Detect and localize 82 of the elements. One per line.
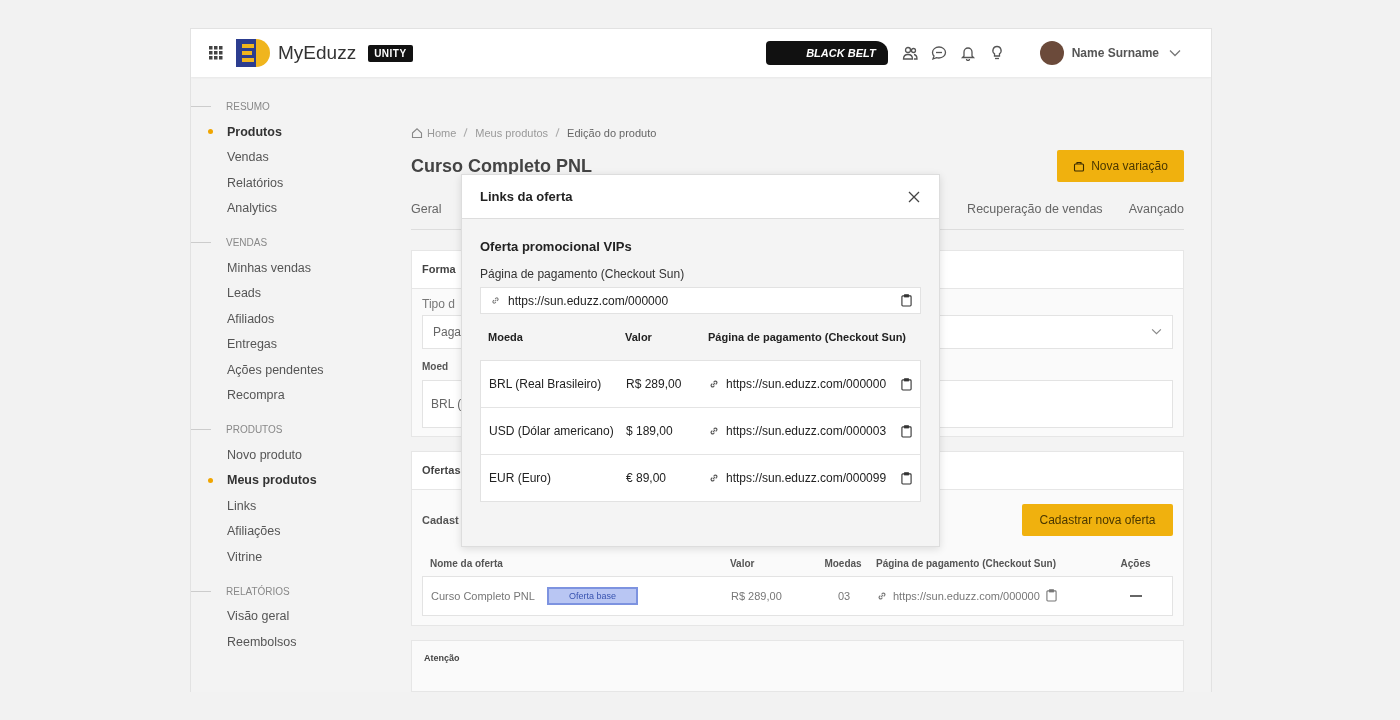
clipboard-icon[interactable]	[901, 377, 912, 391]
dialog-title: Links da oferta	[480, 189, 573, 204]
column-header: Moedas	[823, 558, 863, 570]
sidebar-item[interactable]: Links	[227, 498, 257, 513]
sidebar-section-title: RELATÓRIOS	[226, 585, 290, 597]
bell-icon[interactable]	[959, 45, 976, 61]
logo-icon	[236, 37, 270, 69]
link-icon	[709, 379, 719, 389]
table-cell-text: BRL (Real Brasileiro)	[489, 377, 603, 391]
sidebar-section-title: RESUMO	[226, 101, 270, 112]
sidebar-item[interactable]: Recompra	[227, 388, 285, 403]
new-offer-button[interactable]: Cadastrar nova oferta	[1022, 504, 1173, 536]
column-header: Ações	[1119, 558, 1152, 570]
checkout-link-field[interactable]: https://sun.eduzz.com/000000	[480, 287, 921, 314]
clipboard-icon[interactable]	[901, 424, 912, 438]
sidebar-item[interactable]: Vendas	[227, 150, 269, 165]
field-label: Moed	[422, 361, 449, 372]
sidebar-item[interactable]: Novo produto	[227, 447, 303, 462]
column-header: Página de pagamento (Checkout Sun)	[876, 558, 1058, 570]
unity-badge: UNITY	[368, 44, 413, 62]
offers-description: Cadast	[422, 514, 459, 526]
new-variation-button[interactable]: Nova variação	[1057, 150, 1184, 183]
chevron-down-icon	[1151, 328, 1162, 336]
sidebar-item[interactable]: Produtos	[227, 124, 282, 139]
checkout-link[interactable]: https://sun.eduzz.com/000000	[893, 590, 1040, 602]
sidebar-item[interactable]: Reembolsos	[227, 634, 297, 649]
sidebar-item[interactable]: Afiliados	[227, 311, 275, 326]
sidebar-item[interactable]: Relatórios	[227, 175, 284, 190]
column-header: Nome da oferta	[430, 558, 504, 570]
column-header: Valor	[625, 331, 653, 343]
card-title: Forma	[422, 263, 456, 276]
people-icon[interactable]	[901, 45, 918, 61]
tab[interactable]: Geral	[411, 202, 442, 219]
bag-icon	[1073, 160, 1086, 173]
sidebar-item[interactable]: Analytics	[227, 201, 278, 216]
breadcrumb-current: Edição do produto	[567, 126, 657, 139]
sidebar-item[interactable]: Ações pendentes	[227, 362, 324, 377]
home-icon[interactable]	[411, 126, 423, 139]
sidebar-item[interactable]: Vitrine	[227, 549, 263, 564]
user-avatar[interactable]	[1039, 41, 1064, 65]
sidebar-section-title: VENDAS	[226, 237, 268, 248]
link-icon	[491, 296, 500, 305]
offer-tag: Oferta base	[546, 587, 638, 605]
link-icon	[877, 591, 887, 601]
sidebar-item[interactable]: Minhas vendas	[227, 260, 312, 275]
offer-name: Curso Completo PNL	[431, 590, 535, 602]
sidebar-item[interactable]: Entregas	[227, 337, 278, 352]
sidebar-item[interactable]: Afiliações	[227, 524, 281, 539]
sidebar-item[interactable]: Visão geral	[227, 609, 290, 624]
sidebar-item[interactable]: Meus produtos	[227, 473, 317, 488]
tab[interactable]: Avançado	[1128, 202, 1184, 219]
checkout-link[interactable]: https://sun.eduzz.com/000099	[726, 471, 894, 485]
chevron-down-icon[interactable]	[1169, 49, 1181, 57]
belt-badge[interactable]: BLACK BELT	[766, 41, 888, 65]
table-cell-text: € 89,00	[626, 471, 668, 485]
checkout-link[interactable]: https://sun.eduzz.com/000000	[726, 377, 894, 391]
column-header: Moeda	[488, 331, 524, 343]
table-cell-text: R$ 289,00	[626, 377, 683, 391]
clipboard-icon[interactable]	[1045, 589, 1057, 603]
logo-text: MyEduzz	[278, 42, 357, 64]
offer-name: Oferta promocional VIPs	[480, 239, 633, 254]
card-title: Atenção	[424, 653, 460, 664]
sidebar-section-title: PRODUTOS	[226, 424, 283, 435]
close-icon[interactable]	[908, 190, 920, 203]
table-cell-text: R$ 289,00	[731, 590, 783, 602]
clipboard-icon[interactable]	[901, 294, 912, 307]
clipboard-icon[interactable]	[901, 471, 912, 485]
field-label: Tipo d	[422, 297, 455, 311]
user-name[interactable]: Name Surname	[1071, 46, 1159, 60]
apps-grid-icon[interactable]	[209, 46, 223, 60]
tab[interactable]: Recuperação de vendas	[967, 202, 1103, 219]
page-title: Curso Completo PNL	[411, 155, 592, 177]
chat-icon[interactable]	[930, 45, 947, 61]
link-icon	[709, 426, 719, 436]
column-header: Valor	[730, 558, 756, 570]
table-cell-text: 03	[836, 590, 852, 602]
link-icon	[709, 473, 719, 483]
sidebar-item[interactable]: Leads	[227, 286, 262, 301]
column-header: Página de pagamento (Checkout Sun)	[708, 331, 908, 343]
table-cell-text: EUR (Euro)	[489, 471, 552, 485]
card-title: Ofertas	[422, 464, 461, 477]
field-label: Página de pagamento (Checkout Sun)	[480, 267, 686, 281]
